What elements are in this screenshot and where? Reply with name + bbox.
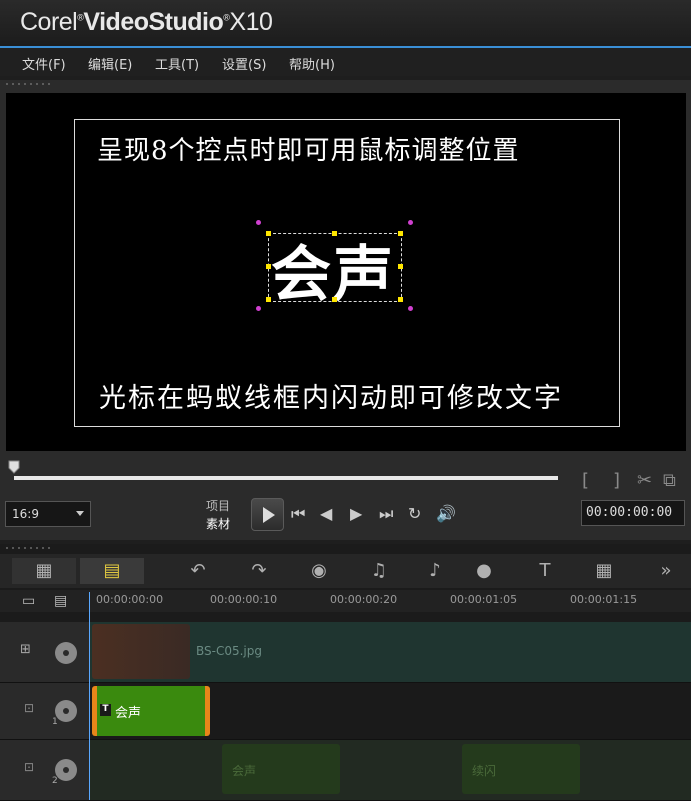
go-to-start-icon[interactable]: ⏮ — [291, 504, 305, 524]
menu-bar: 文件(F) 编辑(E) 工具(T) 设置(S) 帮助(H) — [0, 48, 691, 76]
timeline-panel: ▦ ▤ ↶ ↷ ◉ ♫ ♪ ● T ▦ » ▭ ▤ 00:00:00:00 00… — [0, 544, 691, 801]
scrubber-track[interactable] — [14, 476, 558, 480]
ruler-tick: 00:00:00:00 — [96, 593, 164, 606]
ruler-tick: 00:00:00:10 — [210, 593, 278, 606]
enlarge-icon[interactable]: ⧉ — [663, 470, 676, 491]
multi-camera-icon[interactable]: ▦ — [589, 558, 619, 584]
auto-music-icon[interactable]: ♪ — [420, 558, 450, 584]
title-track-2[interactable]: 会声 续闪 — [90, 740, 691, 801]
video-track-header: ⊞ — [0, 622, 90, 683]
playhead-line[interactable] — [89, 592, 90, 800]
ruler-tick: 00:00:01:05 — [450, 593, 518, 606]
go-to-end-icon[interactable]: ⏭ — [379, 504, 393, 524]
resize-handle[interactable] — [398, 297, 403, 302]
scissors-icon[interactable]: ✂ — [637, 470, 652, 491]
title-track-2-header: ⊡ 2 — [0, 740, 90, 801]
title-track-icon[interactable] — [55, 700, 77, 722]
rotate-handle[interactable] — [408, 220, 413, 225]
menu-tools[interactable]: 工具(T) — [155, 54, 199, 73]
caption-top: 呈现8个控点时即可用鼠标调整位置 — [97, 136, 520, 166]
ghost-clip-label: 会声 — [232, 764, 257, 778]
motion-tracking-icon[interactable]: ● — [469, 558, 499, 584]
track-manager-icon[interactable]: ▤ — [54, 593, 67, 609]
title-clip-label: 会声 — [115, 706, 142, 721]
play-button[interactable] — [251, 498, 284, 531]
menu-file[interactable]: 文件(F) — [22, 54, 66, 73]
video-clip-thumbnail[interactable] — [92, 624, 190, 679]
panel-grip[interactable] — [4, 82, 54, 86]
track-number: 2 — [52, 776, 58, 786]
preview-screen[interactable]: 呈现8个控点时即可用鼠标调整位置 会声 光标在蚂蚁线框内闪动即可修改文字 — [6, 93, 686, 451]
resize-handle[interactable] — [332, 231, 337, 236]
mode-project[interactable]: 项目 — [206, 497, 230, 514]
title-safe-frame: 呈现8个控点时即可用鼠标调整位置 会声 光标在蚂蚁线框内闪动即可修改文字 — [74, 119, 620, 427]
ruler-tick: 00:00:00:20 — [330, 593, 398, 606]
menu-settings[interactable]: 设置(S) — [222, 54, 266, 73]
track-toggle-icon[interactable]: ⊞ — [20, 642, 31, 657]
panel-grip[interactable] — [4, 546, 54, 550]
timeline-view-icon[interactable]: ▤ — [80, 558, 144, 584]
ghost-title-clip[interactable]: 续闪 — [462, 744, 580, 794]
ruler-tick: 00:00:01:15 — [570, 593, 638, 606]
fit-project-icon[interactable]: ▭ — [22, 593, 35, 609]
rotate-handle[interactable] — [256, 306, 261, 311]
video-track[interactable]: BS-C05.jpg — [90, 622, 691, 683]
app-logo: Corel®VideoStudio®X10 — [20, 8, 273, 36]
timeline-ruler[interactable]: 00:00:00:00 00:00:00:10 00:00:00:20 00:0… — [88, 590, 691, 612]
video-clip-label: BS-C05.jpg — [196, 644, 262, 658]
undo-icon[interactable]: ↶ — [183, 558, 213, 584]
subtitle-editor-icon[interactable]: T — [530, 558, 560, 584]
mark-in-icon[interactable]: [ — [582, 470, 589, 491]
ghost-title-clip[interactable]: 会声 — [222, 744, 340, 794]
lock-icon[interactable]: ⊡ — [24, 701, 34, 715]
storyboard-view-icon[interactable]: ▦ — [12, 558, 76, 584]
timeline-toolbar: ▦ ▤ ↶ ↷ ◉ ♫ ♪ ● T ▦ » — [0, 554, 691, 588]
timeline-header-controls: ▭ ▤ — [0, 590, 90, 612]
time-remapping-icon[interactable]: » — [651, 558, 681, 584]
rotate-handle[interactable] — [408, 306, 413, 311]
preview-panel: 呈现8个控点时即可用鼠标调整位置 会声 光标在蚂蚁线框内闪动即可修改文字 [ ]… — [0, 80, 691, 540]
title-type-icon: T — [100, 704, 111, 716]
title-clip[interactable]: T 会声 — [92, 686, 210, 736]
next-frame-icon[interactable]: ▶ — [350, 504, 362, 523]
track-number: 1 — [52, 717, 58, 727]
resize-handle[interactable] — [398, 231, 403, 236]
record-capture-icon[interactable]: ◉ — [304, 558, 334, 584]
chevron-down-icon — [76, 511, 84, 516]
video-track-icon[interactable] — [55, 642, 77, 664]
aspect-ratio-select[interactable]: 16:9 — [5, 501, 91, 527]
title-track-1[interactable]: T 会声 — [90, 683, 691, 740]
caption-bottom: 光标在蚂蚁线框内闪动即可修改文字 — [99, 383, 563, 414]
repeat-icon[interactable]: ↻ — [408, 504, 421, 523]
ghost-clip-label: 续闪 — [472, 764, 497, 778]
menu-help[interactable]: 帮助(H) — [289, 54, 335, 73]
resize-handle[interactable] — [266, 297, 271, 302]
previous-frame-icon[interactable]: ◀ — [320, 504, 332, 523]
timecode-field[interactable]: 00:00:00:00 — [581, 500, 685, 526]
lock-icon[interactable]: ⊡ — [24, 760, 34, 774]
mark-out-icon[interactable]: ] — [613, 470, 620, 491]
volume-icon[interactable]: 🔊 — [436, 504, 456, 523]
title-track-1-header: ⊡ 1 — [0, 683, 90, 740]
menu-edit[interactable]: 编辑(E) — [88, 54, 132, 73]
resize-handle[interactable] — [266, 264, 271, 269]
redo-icon[interactable]: ↷ — [244, 558, 274, 584]
mode-clip[interactable]: 素材 — [206, 515, 230, 532]
title-track-icon[interactable] — [55, 759, 77, 781]
resize-handle[interactable] — [398, 264, 403, 269]
scrubber-handle[interactable] — [8, 460, 20, 474]
sound-mixer-icon[interactable]: ♫ — [364, 558, 394, 584]
rotate-handle[interactable] — [256, 220, 261, 225]
resize-handle[interactable] — [332, 297, 337, 302]
title-bar: Corel®VideoStudio®X10 — [0, 0, 691, 48]
resize-handle[interactable] — [266, 231, 271, 236]
